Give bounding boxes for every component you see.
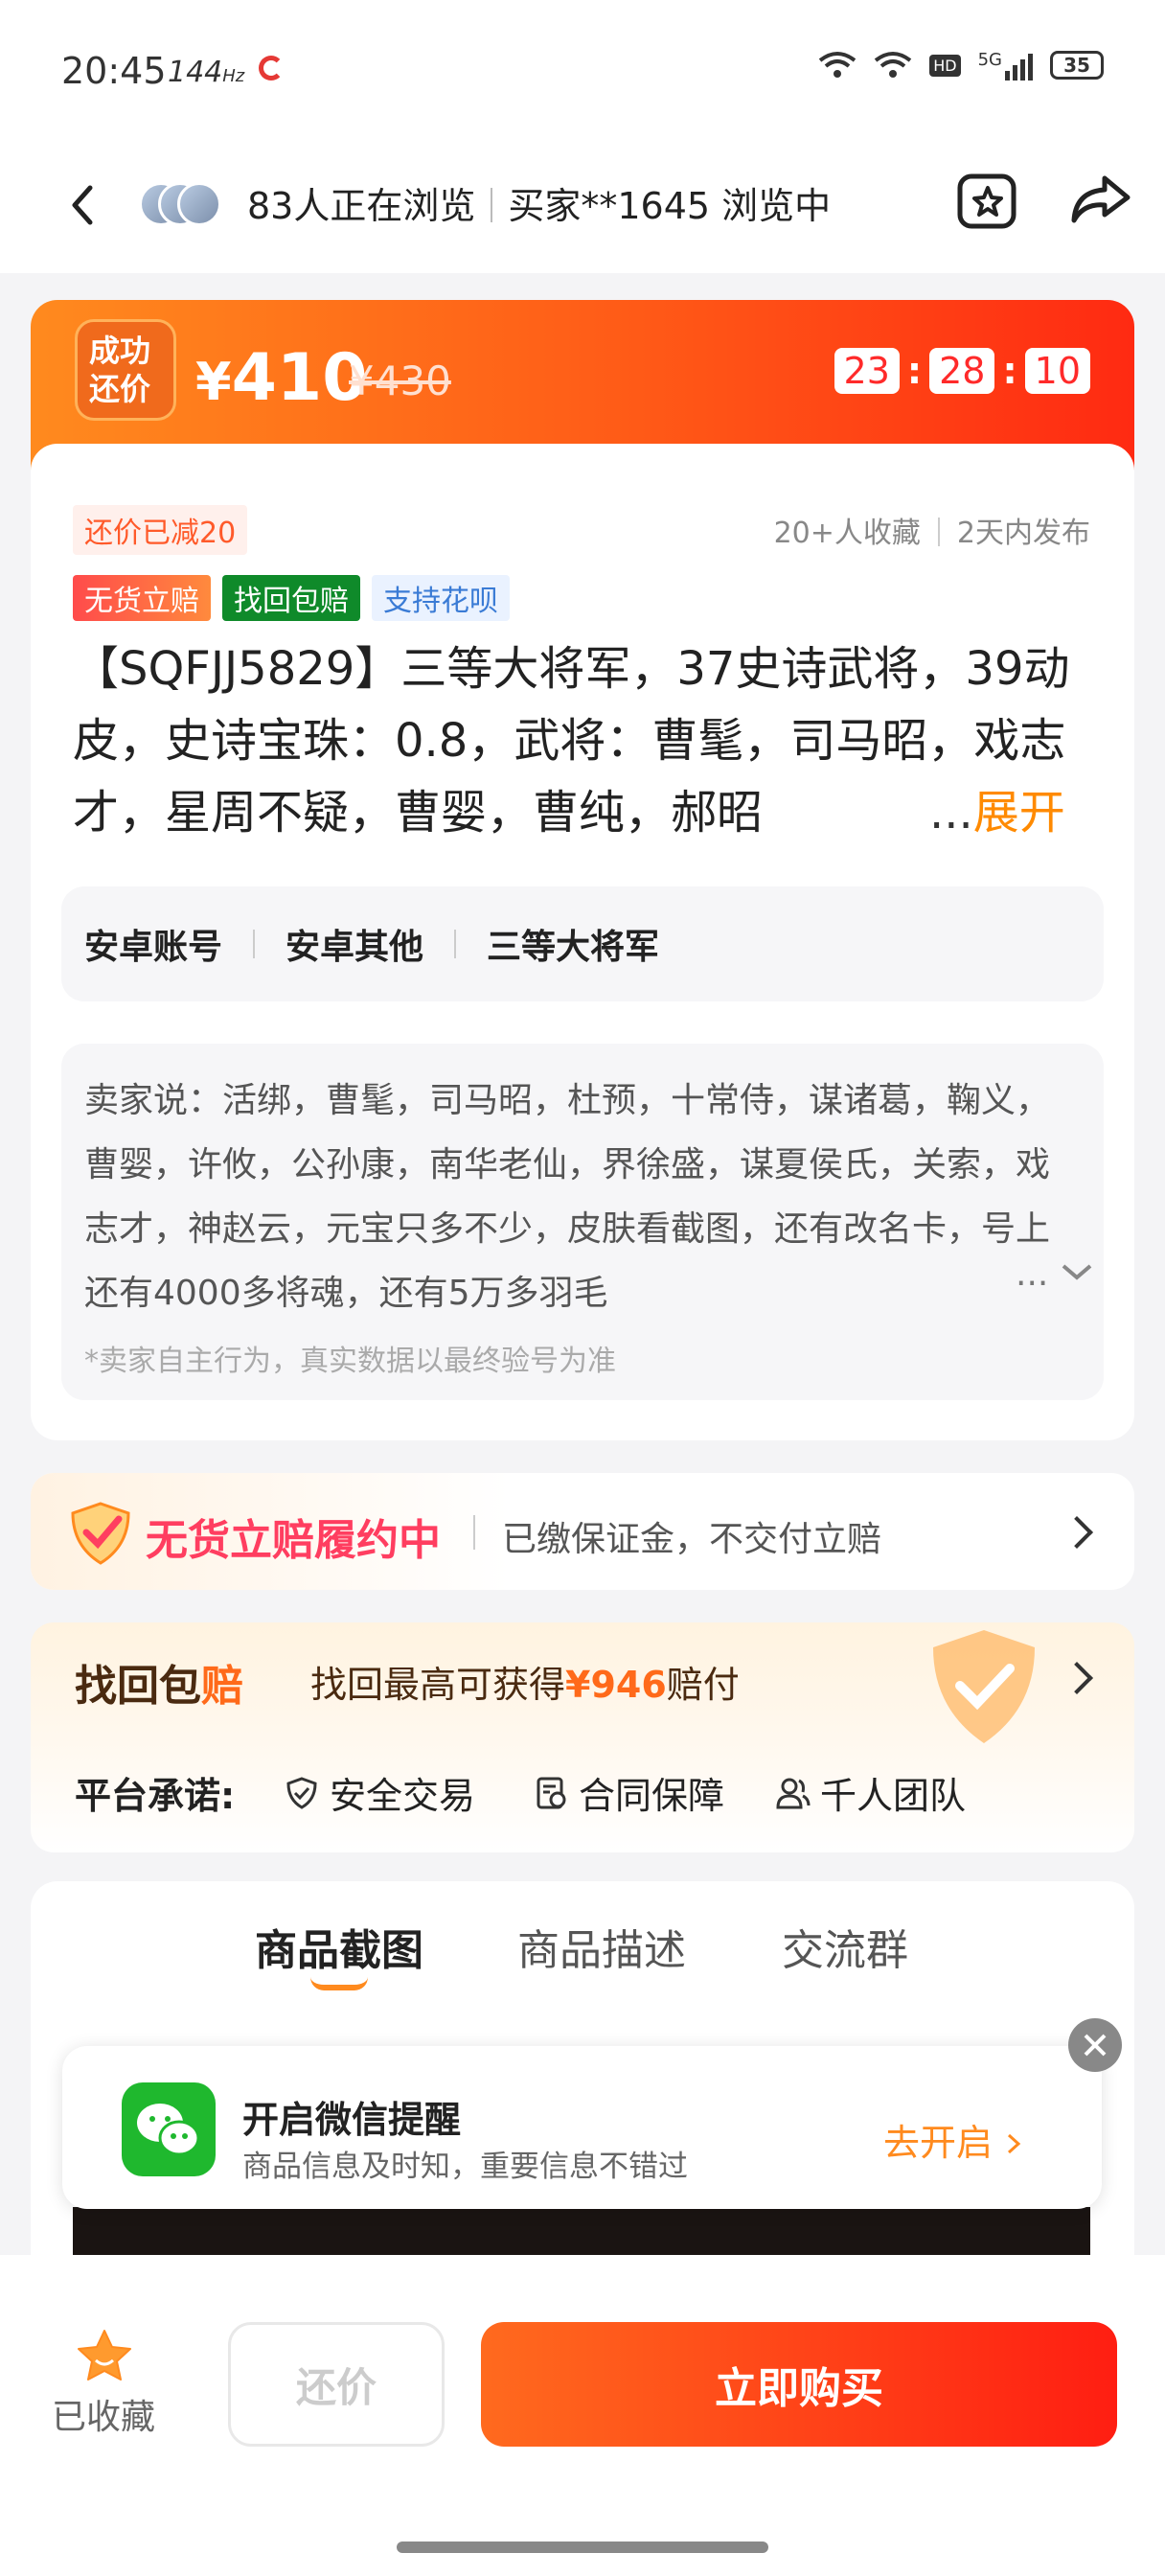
wechat-icon xyxy=(122,2082,216,2176)
promise-contract: 合同保障 xyxy=(533,1766,724,1819)
app-indicator-icon xyxy=(259,56,284,80)
category-bar: 安卓账号 安卓其他 三等大将军 xyxy=(61,886,1104,1001)
recovery-text-suffix: 赔付 xyxy=(666,1664,740,1706)
item-card: 还价已减20 20+人收藏 2天内发布 无货立赔 找回包赔 支持花呗 【SQFJJ… xyxy=(31,444,1134,1440)
expand-button[interactable]: ...展开 xyxy=(920,777,1111,849)
tag-no-stock-compensation: 无货立赔 xyxy=(73,575,211,621)
tag-huabei: 支持花呗 xyxy=(372,575,510,621)
battery-icon: 35 xyxy=(1050,51,1104,80)
promise-label: 千人团队 xyxy=(820,1775,967,1817)
wechat-subtitle: 商品信息及时知，重要信息不错过 xyxy=(242,2150,688,2184)
home-indicator[interactable] xyxy=(397,2542,768,2553)
original-price: ¥430 xyxy=(349,357,451,404)
service-tags: 无货立赔 找回包赔 支持花呗 xyxy=(73,575,510,621)
tag-recovery-guarantee: 找回包赔 xyxy=(222,575,360,621)
currency-symbol: ¥ xyxy=(195,352,232,412)
seller-say-text: 卖家说：活绑，曹髦，司马昭，杜预，十常侍，谋诸葛，鞠义，曹婴，许攸，公孙康，南华… xyxy=(84,1081,1051,1313)
refresh-rate-unit: Hz xyxy=(222,66,245,86)
countdown-minutes: 28 xyxy=(929,348,995,394)
seller-description[interactable]: 卖家说：活绑，曹髦，司马昭，杜预，十常侍，谋诸葛，鞠义，曹婴，许攸，公孙康，南华… xyxy=(61,1044,1104,1400)
category-account-type: 安卓账号 xyxy=(84,928,223,967)
category-rank: 三等大将军 xyxy=(487,928,660,967)
promise-label: 安全交易 xyxy=(330,1775,476,1817)
status-icons: HD 5G 35 xyxy=(818,50,1104,80)
chevron-right-icon xyxy=(1061,1662,1093,1694)
category-other: 安卓其他 xyxy=(286,928,424,967)
seller-disclaimer: *卖家自主行为，真实数据以最终验号为准 xyxy=(84,1345,616,1378)
platform-promise-label: 平台承诺: xyxy=(75,1775,236,1817)
back-arrow-icon[interactable] xyxy=(59,176,107,234)
discount-tag: 还价已减20 xyxy=(73,505,248,555)
close-popup-icon[interactable] xyxy=(1068,2018,1122,2072)
wifi-icon xyxy=(819,52,857,78)
tab-screenshots[interactable]: 商品截图 xyxy=(255,1916,423,1977)
bargain-success-badge: 成功 还价 xyxy=(75,319,176,421)
seller-ellipsis: ... xyxy=(1016,1254,1049,1294)
recovery-guarantee[interactable]: 找回包赔 找回最高可获得¥946赔付 平台承诺: 安全交易 合同保障 千人团队 xyxy=(31,1622,1134,1852)
tab-description[interactable]: 商品描述 xyxy=(517,1916,686,1977)
expand-label: 展开 xyxy=(972,786,1065,840)
status-bar: 20:45 144Hz HD 5G 35 xyxy=(0,0,1165,144)
favorite-count: 20+人收藏 xyxy=(773,517,921,550)
guarantee-title: 无货立赔履约中 xyxy=(146,1516,441,1565)
recovery-logo: 找回包赔 xyxy=(75,1651,243,1713)
refresh-rate: 144Hz xyxy=(168,56,244,89)
promise-team: 千人团队 xyxy=(774,1766,966,1819)
countdown-hours: 23 xyxy=(834,348,900,394)
expand-ellipsis: ... xyxy=(929,786,973,840)
signal-icon: 5G xyxy=(978,50,1033,80)
wechat-reminder-popup: 开启微信提醒 商品信息及时知，重要信息不错过 去开启 xyxy=(62,2046,1102,2209)
team-icon xyxy=(776,1778,811,1808)
recovery-logo-a: 找回包 xyxy=(75,1662,201,1711)
promise-label: 合同保障 xyxy=(579,1775,725,1817)
shield-badge-icon xyxy=(933,1630,1035,1743)
seller-expand[interactable]: ... xyxy=(1016,1254,1094,1294)
viewer-count: 83人正在浏览 xyxy=(247,185,476,227)
buy-now-button[interactable]: 立即购买 xyxy=(481,2322,1117,2447)
guarantee-row[interactable]: 无货立赔履约中 已缴保证金，不交付立赔 xyxy=(31,1473,1134,1590)
publish-time: 2天内发布 xyxy=(956,517,1090,550)
current-price: ¥410 xyxy=(195,340,368,416)
buyer-browsing: 买家**1645 浏览中 xyxy=(508,185,832,227)
browsing-info: 83人正在浏览 买家**1645 浏览中 xyxy=(247,176,831,229)
recovery-amount: ¥946 xyxy=(565,1664,667,1706)
chevron-down-icon xyxy=(1062,1264,1092,1280)
favorited-star-icon[interactable] xyxy=(75,2328,134,2383)
wechat-enable-label: 去开启 xyxy=(883,2122,994,2164)
wifi-2-icon xyxy=(875,52,912,78)
bottom-action-bar: 已收藏 还价 立即购买 xyxy=(0,2255,1165,2576)
check-shield-icon xyxy=(71,1502,130,1565)
item-meta: 20+人收藏 2天内发布 xyxy=(774,509,1090,551)
screenshot-preview[interactable] xyxy=(73,2207,1090,2259)
viewer-avatars xyxy=(139,174,225,232)
shield-check-icon xyxy=(286,1776,317,1809)
make-offer-button[interactable]: 还价 xyxy=(228,2322,445,2447)
promise-safe-trade: 安全交易 xyxy=(284,1766,475,1819)
tab-chat-group[interactable]: 交流群 xyxy=(782,1916,908,1977)
hd-icon: HD xyxy=(929,54,961,77)
countdown-timer: 23 : 28 : 10 xyxy=(834,348,1090,394)
favorite-star-icon[interactable] xyxy=(956,169,1019,232)
favorite-label[interactable]: 已收藏 xyxy=(52,2389,155,2439)
recovery-text-prefix: 找回最高可获得 xyxy=(310,1664,566,1706)
countdown-seconds: 10 xyxy=(1024,348,1090,394)
chevron-right-icon xyxy=(1008,2133,1021,2154)
wechat-enable-button[interactable]: 去开启 xyxy=(883,2113,1023,2166)
refresh-rate-value: 144 xyxy=(168,56,223,89)
chevron-right-icon xyxy=(1061,1516,1093,1549)
share-icon[interactable] xyxy=(1068,171,1135,228)
top-nav: 83人正在浏览 买家**1645 浏览中 xyxy=(0,144,1165,273)
price-value: 410 xyxy=(231,340,368,416)
guarantee-desc: 已缴保证金，不交付立赔 xyxy=(502,1520,882,1559)
avatar xyxy=(177,182,221,226)
recovery-text: 找回最高可获得¥946赔付 xyxy=(310,1655,740,1708)
recovery-logo-b: 赔 xyxy=(201,1662,243,1711)
wechat-title: 开启微信提醒 xyxy=(242,2099,462,2141)
clock: 20:45 xyxy=(61,50,167,92)
contract-icon xyxy=(537,1777,566,1808)
active-tab-indicator xyxy=(310,1977,368,1990)
network-type: 5G xyxy=(977,50,1002,70)
